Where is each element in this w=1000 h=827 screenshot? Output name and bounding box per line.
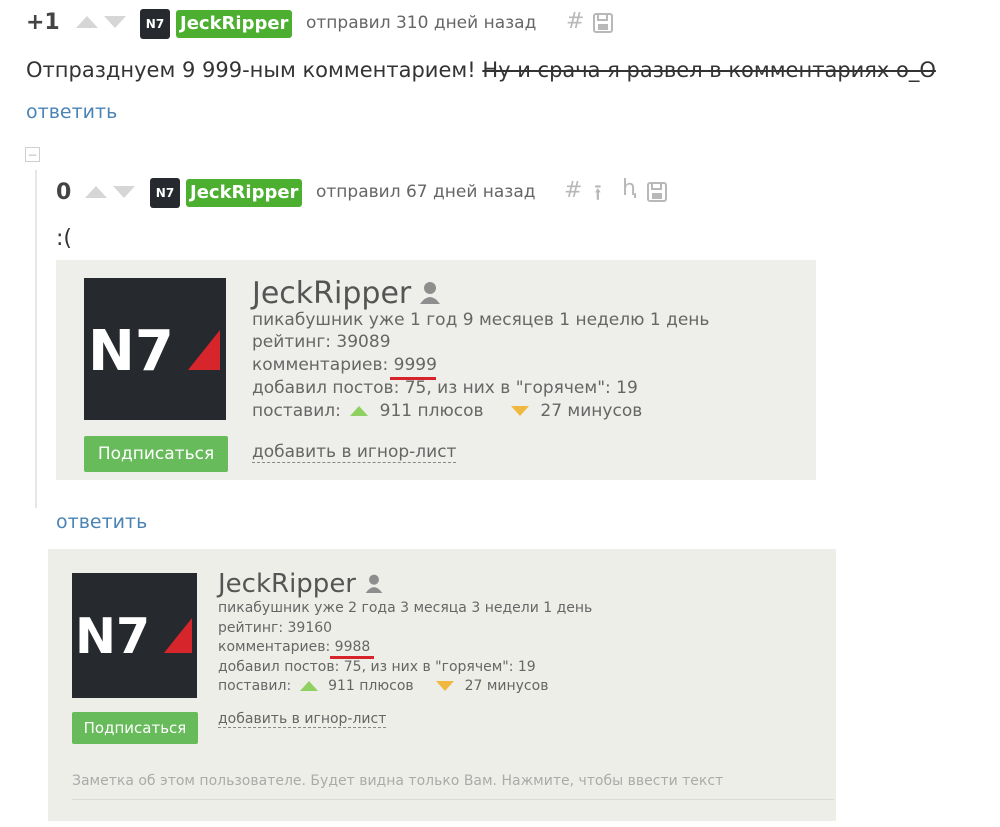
comment-text: Отпразднуем 9 999-ным комментарием! [26,58,476,82]
reply-link[interactable]: ответить [26,101,117,123]
profile-avatar: N7 [84,278,226,420]
comment-text: :( [56,226,72,251]
hash-icon[interactable]: # [564,178,582,203]
user-note-field[interactable]: Заметка об этом пользователе. Будет видн… [72,773,834,800]
collapse-glyph: − [27,147,38,162]
avatar[interactable]: N7 [140,9,170,39]
profile-name: JeckRipper [252,276,412,311]
minus-arrow-icon [510,406,529,416]
user-icon [418,280,442,308]
avatar-logo-text: N7 [155,186,175,200]
profile-votes: поставил: 911 плюсов 27 минусов [218,678,548,694]
profile-card: N7 JeckRipper пикабушник уже 2 года 3 ме… [48,549,836,821]
pluses-count: 911 плюсов [379,401,484,421]
hash-icon[interactable]: # [566,9,584,34]
comments-label: комментариев: [252,355,394,375]
profile-posts: добавил постов: 75, из них в "горячем": … [252,378,638,398]
n7-logo-text: N7 [75,608,150,665]
collapse-icon[interactable]: − [25,147,40,162]
comment-time: отправил 310 дней назад [306,13,537,33]
comments-value: 9999 [393,355,437,375]
profile-posts: добавил постов: 75, из них в "горячем": … [218,659,536,675]
reply-link[interactable]: ответить [56,511,147,533]
profile-avatar: N7 [72,573,197,698]
subscribe-button[interactable]: Подписаться [72,712,198,744]
votes-label: поставил: [218,678,292,694]
profile-name: JeckRipper [218,569,356,599]
n7-logo-text: N7 [88,319,174,384]
user-note-placeholder: Заметка об этом пользователе. Будет видн… [72,773,724,789]
avatar-logo-text: N7 [145,17,165,31]
minuses-count: 27 минусов [540,401,643,421]
profile-rating: рейтинг: 39089 [252,332,391,352]
minus-arrow-icon [436,681,455,691]
avatar[interactable]: N7 [150,178,180,208]
plus-arrow-icon [299,681,318,691]
save-icon[interactable] [646,181,668,207]
go-parent-icon[interactable]: ⭱ [594,176,602,214]
subscribe-button[interactable]: Подписаться [84,436,228,472]
username-link[interactable]: JeckRipper [176,10,293,38]
comment-strikethrough-text: Ну и срача я развел в комментариях о_О [482,58,936,82]
comments-value: 9988 [334,639,371,655]
comment-score: +1 [26,10,60,35]
n7-logo-icon: N7 [75,608,192,665]
ignore-list-link[interactable]: добавить в игнор-лист [252,442,457,463]
vote-down-arrow[interactable] [104,16,126,28]
comments-label: комментариев: [218,639,335,655]
comment-time: отправил 67 дней назад [316,182,536,202]
comment-body: Отпразднуем 9 999-ным комментарием! Ну и… [26,58,936,82]
comment-score: 0 [56,180,72,205]
profile-rating: рейтинг: 39160 [218,620,333,636]
plus-arrow-icon [350,406,369,416]
profile-tenure: пикабушник уже 2 года 3 месяца 3 недели … [218,600,593,616]
vote-down-arrow[interactable] [113,186,135,198]
profile-comments: комментариев: 9999 [252,355,437,375]
save-icon[interactable] [592,12,614,38]
minuses-count: 27 минусов [464,678,549,694]
profile-card: N7 JeckRipper пикабушник уже 1 год 9 мес… [56,260,816,480]
vote-up-arrow[interactable] [85,186,107,198]
profile-votes: поставил: 911 плюсов 27 минусов [252,401,642,421]
n7-logo-icon: N7 [88,319,220,384]
pluses-count: 911 плюсов [328,678,414,694]
ignore-list-link[interactable]: добавить в игнор-лист [218,711,387,728]
username-link[interactable]: JeckRipper [186,179,303,207]
profile-comments: комментариев: 9988 [218,639,370,655]
branch-icon[interactable]: ⱨ [622,176,636,201]
votes-label: поставил: [252,401,341,421]
user-icon [364,573,384,597]
vote-up-arrow[interactable] [76,16,98,28]
thread-line [35,170,37,508]
profile-tenure: пикабушник уже 1 год 9 месяцев 1 неделю … [252,310,710,330]
